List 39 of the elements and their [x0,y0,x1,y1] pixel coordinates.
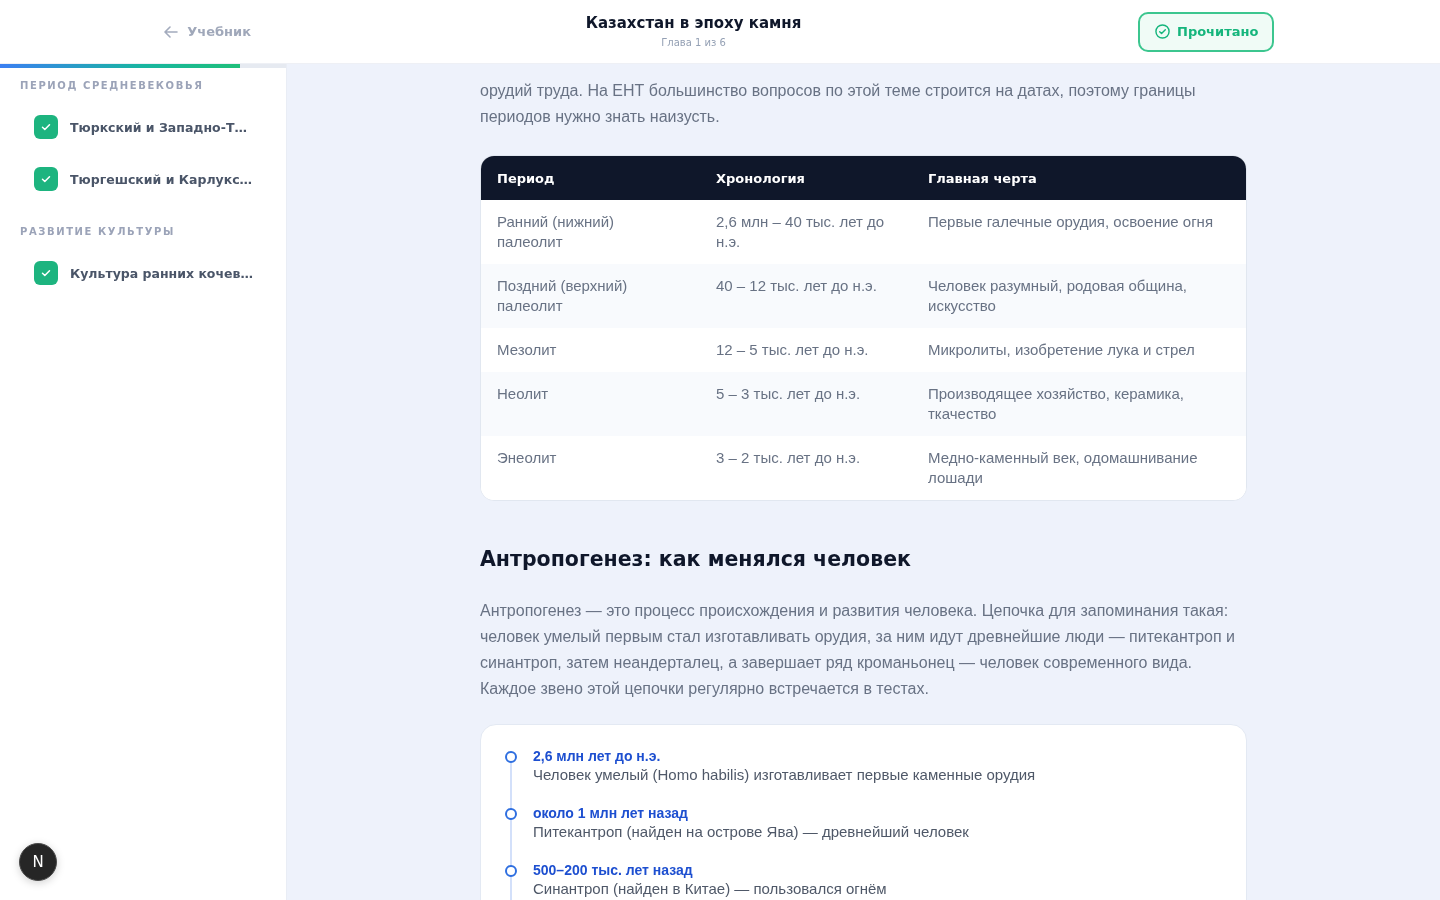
timeline-date: 500–200 тыс. лет назад [533,861,694,879]
section-label: ПЕРИОД СРЕДНЕВЕКОВЬЯ [20,79,205,93]
nav-link[interactable]: Культура ранних кочев… [20,247,266,299]
ring-marker-icon [505,808,517,820]
table-cell-text: 3 – 2 тыс. лет до н.э. [715,448,862,468]
table-cell-text: Производящее хозяйство, керамика, ткачество [927,384,1186,424]
table-cell-text: Первые галечные орудия, освоение огня [927,212,1215,232]
table-cell-text: Медно-каменный век, одомашнивание лошади [927,448,1199,488]
nav-link[interactable]: Тюркский и Западно-Т… [20,101,266,153]
intro-paragraph: орудий труда. На ЕНТ большинство вопросов по этой теме строится на датах, поэтому границы периодов нужно знать наизусть. [480,81,1197,127]
nav-link[interactable]: Тюргешский и Карлукс… [20,153,266,205]
column-header: Период [496,170,556,186]
section-label: РАЗВИТИЕ КУЛЬТУРЫ [20,225,176,239]
chapter-subtitle: Глава 1 из 6 [661,37,726,49]
table-cell-text: Мезолит [496,340,558,360]
timeline-date: 2,6 млн лет до н.э. [533,747,662,765]
check-circle-icon [1155,24,1170,39]
table-cell-text: 40 – 12 тыс. лет до н.э. [715,276,878,296]
table-cell-text: Неолит [496,384,550,404]
body-paragraph: Антропогенез — это процесс происхождения и развития человека. Цепочка для запоминания такая: человек умелый первым стал изготавливать орудия, за ним идут древнейшие люди — питекантроп и синантроп, затем неандерталец, а завершает ряд кроманьонец — человек современного вида. Каждое звено этой цепочки регулярно встречается в тестах. [480,601,1236,699]
timeline-date: около 1 млн лет назад [533,804,689,822]
arrow-left-icon [164,25,179,38]
table-cell-text: Микролиты, изобретение лука и стрел [927,340,1196,360]
column-header: Хронология [715,170,806,186]
page-title: Казахстан в эпоху камня [585,14,802,32]
ring-marker-icon [505,751,517,763]
table-cell-text: Энеолит [496,448,558,468]
table-cell-text: Поздний (верхний) палеолит [496,276,629,316]
timeline-text: Питекантроп (найден на острове Ява) — древнейший человек [533,823,969,841]
table-cell-text: Человек разумный, родовая община, искусство [927,276,1188,316]
table-cell-text: 2,6 млн – 40 тыс. лет до н.э. [715,212,886,252]
section-heading: Антропогенез: как менялся человек [480,546,912,573]
table-cell-text: 12 – 5 тыс. лет до н.э. [715,340,870,360]
ring-marker-icon [505,865,517,877]
table-cell-text: 5 – 3 тыс. лет до н.э. [715,384,862,404]
timeline-text: Человек умелый (Homo habilis) изготавливает первые каменные орудия [533,766,1036,784]
table-cell-text: Ранний (нижний) палеолит [496,212,616,252]
column-header: Главная черта [927,170,1038,186]
timeline-text: Синантроп (найден в Китае) — пользовался огнём [533,880,887,898]
